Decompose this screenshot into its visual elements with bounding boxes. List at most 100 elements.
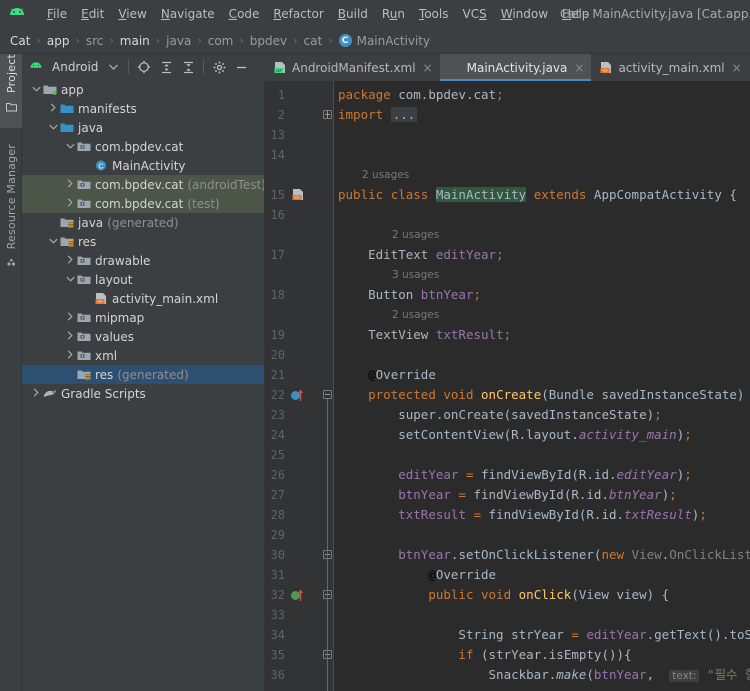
- menu-run[interactable]: Run: [375, 4, 412, 24]
- chevron-down-icon[interactable]: [30, 86, 42, 94]
- code-line[interactable]: if (strYear.isEmpty()){: [338, 645, 631, 665]
- tree-node-gradle-scripts[interactable]: Gradle Scripts: [22, 384, 264, 403]
- code-line[interactable]: protected void onCreate(Bundle savedInst…: [338, 385, 750, 405]
- code-editor[interactable]: 1 2 13 14 15 <> 16 17 18 19 20 21 22 23 24 25 26 27 28 29 30…: [265, 81, 750, 691]
- code-line[interactable]: @Override: [338, 565, 496, 585]
- code-line[interactable]: super.onCreate(savedInstanceState);: [338, 405, 661, 425]
- tree-node-mainactivity[interactable]: C MainActivity: [22, 156, 264, 175]
- chevron-right-icon[interactable]: [64, 312, 76, 323]
- tree-node-java[interactable]: java (generated): [22, 213, 264, 232]
- tree-node-manifests[interactable]: manifests: [22, 99, 264, 118]
- expand-all-icon[interactable]: [156, 57, 176, 77]
- project-view-selector-label[interactable]: Android: [52, 60, 98, 74]
- close-icon[interactable]: ×: [732, 61, 742, 75]
- code-line[interactable]: btnYear.setOnClickListener(new View.OnCl…: [338, 545, 750, 565]
- breadcrumb-item-cat[interactable]: Cat: [10, 34, 30, 48]
- menu-build[interactable]: Build: [331, 4, 375, 24]
- code-line[interactable]: Snackbar.make(btnYear, text: "필수 항목은: [338, 665, 750, 685]
- breadcrumb-item-src[interactable]: src: [86, 34, 104, 48]
- inlay-usage-hint[interactable]: 2 usages: [392, 305, 439, 325]
- breadcrumb-item-bpdev[interactable]: bpdev: [250, 34, 287, 48]
- code-line[interactable]: editYear = findViewById(R.id.editYear);: [338, 465, 692, 485]
- rail-button-resource-manager[interactable]: Resource Manager: [0, 144, 22, 294]
- tree-node-com-bpdev-cat[interactable]: com.bpdev.cat (test): [22, 194, 264, 213]
- breadcrumb-item-mainactivity[interactable]: C MainActivity: [338, 34, 430, 48]
- package-icon: [76, 253, 91, 268]
- inlay-usage-hint[interactable]: 3 usages: [392, 265, 439, 285]
- menu-tools[interactable]: Tools: [412, 4, 456, 24]
- rail-button-project[interactable]: Project: [0, 54, 22, 128]
- code-line[interactable]: package com.bpdev.cat;: [338, 85, 504, 105]
- tree-node-drawable[interactable]: drawable: [22, 251, 264, 270]
- tree-node-layout[interactable]: layout: [22, 270, 264, 289]
- rail-button-structure[interactable]: ture: [0, 669, 22, 691]
- tree-node-com-bpdev-cat[interactable]: com.bpdev.cat (androidTest): [22, 175, 264, 194]
- code-line[interactable]: public class MainActivity extends AppCom…: [338, 185, 737, 205]
- inlay-usage-hint[interactable]: 2 usages: [362, 165, 409, 185]
- code-line[interactable]: btnYear = findViewById(R.id.btnYear);: [338, 485, 677, 505]
- project-tree[interactable]: app manifests java com.bpdev.cat C MainActivi…: [22, 80, 265, 691]
- editor-tab-androidmanifest-xml[interactable]: MF AndroidManifest.xml ×: [265, 54, 440, 81]
- hide-panel-icon[interactable]: [231, 57, 251, 77]
- chevron-right-icon[interactable]: [47, 103, 59, 114]
- code-line[interactable]: setContentView(R.layout.activity_main);: [338, 425, 692, 445]
- chevron-down-icon[interactable]: [47, 124, 59, 132]
- tree-node-res[interactable]: res (generated): [22, 365, 264, 384]
- tree-node-values[interactable]: values: [22, 327, 264, 346]
- menu-code[interactable]: Code: [222, 4, 267, 24]
- menu-vcs[interactable]: VCS: [456, 4, 494, 24]
- menu-refactor[interactable]: Refactor: [266, 4, 330, 24]
- breadcrumb-item-app[interactable]: app: [47, 34, 70, 48]
- breadcrumb-item-main[interactable]: main: [120, 34, 150, 48]
- tree-node-com-bpdev-cat[interactable]: com.bpdev.cat: [22, 137, 264, 156]
- menu-view[interactable]: View: [111, 4, 153, 24]
- chevron-right-icon[interactable]: [30, 388, 42, 399]
- breadcrumb-item-java[interactable]: java: [166, 34, 191, 48]
- editor-tab-mainactivity-java[interactable]: MainActivity.java ×: [439, 54, 592, 81]
- tree-node-res[interactable]: res: [22, 232, 264, 251]
- editor-fold-strip[interactable]: [321, 81, 334, 691]
- code-line[interactable]: EditText editYear;: [338, 245, 504, 265]
- fold-expand-icon[interactable]: [323, 110, 332, 119]
- code-line[interactable]: Button btnYear;: [338, 285, 481, 305]
- implement-icon[interactable]: [291, 589, 304, 602]
- chevron-down-icon[interactable]: [103, 57, 123, 77]
- code-line[interactable]: String strYear = editYear.getText().toSt…: [338, 625, 750, 645]
- menu-window[interactable]: Window: [494, 4, 555, 24]
- chevron-right-icon[interactable]: [64, 350, 76, 361]
- code-line[interactable]: import ...: [338, 105, 418, 125]
- chevron-down-icon[interactable]: [64, 143, 76, 151]
- menu-navigate[interactable]: Navigate: [154, 4, 222, 24]
- breadcrumb-item-com[interactable]: com: [208, 34, 234, 48]
- java-file-icon[interactable]: <>: [291, 188, 305, 204]
- tree-node-java[interactable]: java: [22, 118, 264, 137]
- tree-node-mipmap[interactable]: mipmap: [22, 308, 264, 327]
- tree-node-xml[interactable]: xml: [22, 346, 264, 365]
- editor-gutter[interactable]: 1 2 13 14 15 <> 16 17 18 19 20 21 22 23 24 25 26 27 28 29 30…: [265, 81, 321, 691]
- breadcrumb-item-cat[interactable]: cat: [304, 34, 323, 48]
- tree-node-activity-main-xml[interactable]: <> activity_main.xml: [22, 289, 264, 308]
- override-icon[interactable]: [291, 389, 304, 402]
- chevron-right-icon[interactable]: [64, 331, 76, 342]
- editor-tab-activity-main-xml[interactable]: <> activity_main.xml ×: [591, 54, 748, 81]
- code-line[interactable]: TextView txtResult;: [338, 325, 511, 345]
- chevron-right-icon[interactable]: [64, 198, 76, 209]
- menu-edit[interactable]: Edit: [74, 4, 111, 24]
- menu-file[interactable]: File: [40, 4, 74, 24]
- inlay-usage-hint[interactable]: 2 usages: [392, 225, 439, 245]
- chevron-down-icon[interactable]: [64, 276, 76, 284]
- tree-node-app[interactable]: app: [22, 80, 264, 99]
- code-line[interactable]: @Override: [338, 365, 436, 385]
- chevron-right-icon[interactable]: [64, 255, 76, 266]
- select-opened-file-icon[interactable]: [134, 57, 154, 77]
- code-line[interactable]: txtResult = findViewById(R.id.txtResult)…: [338, 505, 707, 525]
- close-icon[interactable]: ×: [574, 61, 584, 75]
- fold-collapse-icon[interactable]: [323, 390, 332, 399]
- code-line[interactable]: public void onClick(View view) {: [338, 585, 669, 605]
- collapse-all-icon[interactable]: [178, 57, 198, 77]
- close-icon[interactable]: ×: [423, 61, 433, 75]
- chevron-right-icon[interactable]: [64, 179, 76, 190]
- settings-gear-icon[interactable]: [209, 57, 229, 77]
- editor-code-area[interactable]: package com.bpdev.cat; import ... 2 usages…: [334, 81, 750, 691]
- chevron-down-icon[interactable]: [47, 238, 59, 246]
